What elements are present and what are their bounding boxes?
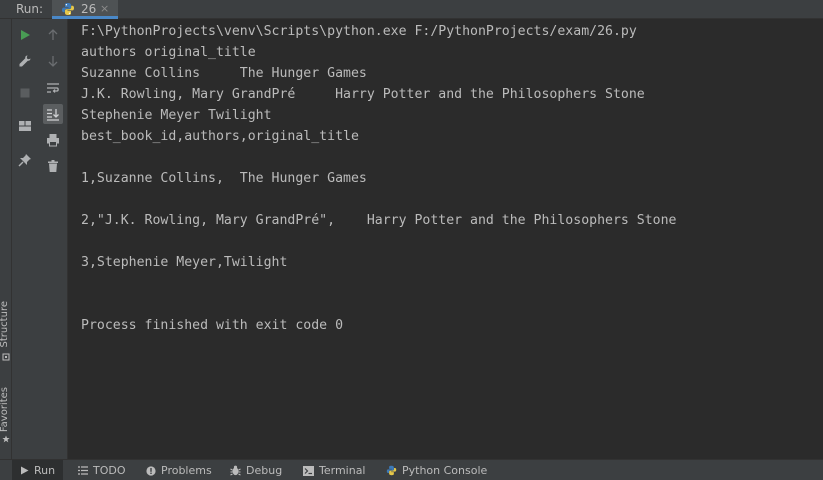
pin-icon — [18, 154, 31, 167]
star-icon — [2, 435, 10, 443]
todo-tool-button[interactable]: TODO — [78, 460, 126, 480]
console-line: 1,Suzanne Collins, The Hunger Games — [81, 171, 367, 186]
run-tool-label: Run — [34, 464, 56, 477]
run-tool-button[interactable]: Run — [12, 460, 64, 480]
console-line: F:\PythonProjects\venv\Scripts\python.ex… — [81, 24, 637, 39]
tab-close-icon[interactable]: × — [100, 2, 109, 15]
play-icon — [21, 466, 29, 475]
bug-icon — [230, 465, 241, 476]
terminal-tool-button[interactable]: Terminal — [303, 460, 366, 480]
terminal-tool-label: Terminal — [319, 464, 366, 477]
python-console-tool-label: Python Console — [402, 464, 488, 477]
layout-icon — [19, 121, 31, 131]
run-tab-26[interactable]: 26 × — [52, 0, 118, 19]
console-output[interactable]: F:\PythonProjects\venv\Scripts\python.ex… — [69, 19, 823, 459]
console-line: J.K. Rowling, Mary GrandPré Harry Potter… — [81, 87, 645, 102]
console-line: Process finished with exit code 0 — [81, 318, 344, 333]
ide-window: Run: 26 × Structure Favorites F:\PythonP… — [0, 0, 823, 480]
console-line: 2,"J.K. Rowling, Mary GrandPré", Harry P… — [81, 213, 677, 228]
console-line: best_book_id,authors,original_title — [81, 129, 359, 144]
run-tool-header: Run: 26 × — [0, 0, 823, 19]
todo-tool-label: TODO — [93, 464, 126, 477]
python-icon — [386, 465, 397, 476]
wrench-icon — [19, 55, 31, 67]
next-occurrence-button[interactable] — [43, 51, 63, 71]
soft-wrap-icon — [47, 83, 59, 93]
problems-tool-button[interactable]: Problems — [146, 460, 212, 480]
printer-icon — [47, 134, 59, 147]
stop-button[interactable] — [15, 83, 35, 103]
arrow-down-icon — [48, 56, 58, 67]
stop-icon — [20, 88, 30, 98]
tool-window-bar: Run TODO Problems Debug Terminal Python … — [0, 459, 823, 480]
python-console-tool-button[interactable]: Python Console — [386, 460, 487, 480]
debug-tool-label: Debug — [246, 464, 283, 477]
structure-tab[interactable]: Structure — [0, 301, 10, 348]
rerun-button[interactable] — [15, 25, 35, 45]
run-toolbar — [12, 19, 68, 459]
restore-layout-button[interactable] — [15, 116, 35, 136]
previous-occurrence-button[interactable] — [43, 25, 63, 45]
terminal-icon — [303, 465, 314, 476]
clear-all-button[interactable] — [43, 156, 63, 176]
soft-wrap-button[interactable] — [43, 78, 63, 98]
pin-tab-button[interactable] — [15, 150, 35, 170]
python-icon — [62, 3, 74, 15]
info-icon — [146, 465, 156, 476]
arrow-up-icon — [48, 29, 58, 40]
console-line: Suzanne Collins The Hunger Games — [81, 66, 367, 81]
problems-tool-label: Problems — [161, 464, 212, 477]
list-icon — [78, 466, 88, 475]
structure-icon — [2, 353, 10, 361]
print-button[interactable] — [43, 130, 63, 150]
scroll-to-end-button[interactable] — [43, 104, 63, 124]
console-line: authors original_title — [81, 45, 256, 60]
edit-configuration-button[interactable] — [15, 51, 35, 71]
tab-name: 26 — [81, 2, 97, 16]
debug-tool-button[interactable]: Debug — [230, 460, 282, 480]
console-line: 3,Stephenie Meyer,Twilight — [81, 255, 288, 270]
play-icon — [21, 30, 30, 40]
console-line: Stephenie Meyer Twilight — [81, 108, 272, 123]
side-tool-strip: Structure Favorites — [0, 19, 12, 459]
trash-icon — [48, 160, 58, 172]
favorites-tab[interactable]: Favorites — [0, 387, 10, 432]
scroll-to-end-icon — [47, 109, 59, 121]
run-label: Run: — [16, 2, 44, 16]
